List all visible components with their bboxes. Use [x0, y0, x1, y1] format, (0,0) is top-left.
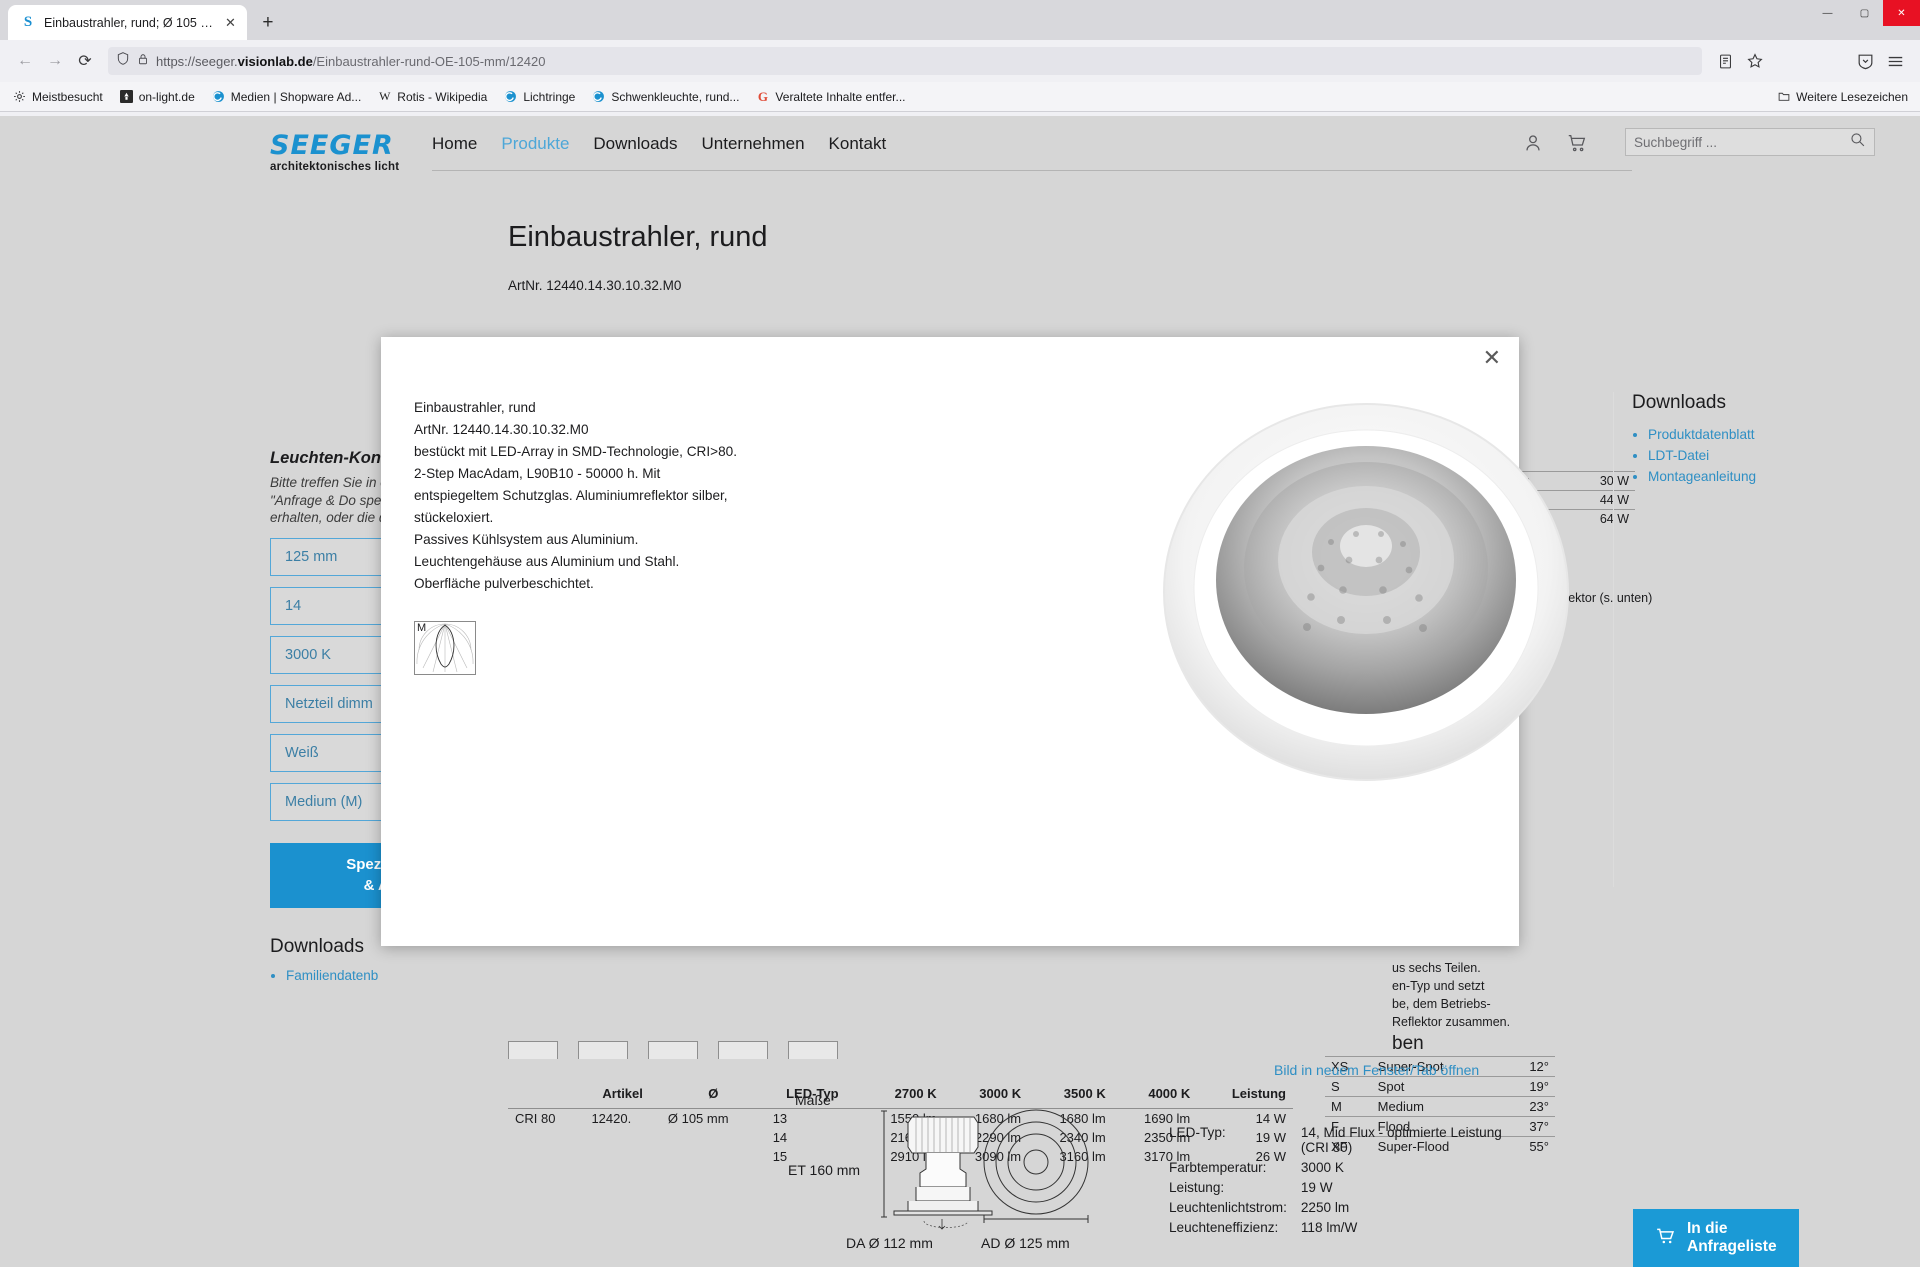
bookmark-medien-shopware[interactable]: Medien | Shopware Ad...: [211, 89, 362, 104]
modal-overlay: ✕ Einbaustrahler, rund ArtNr. 12440.14.3…: [0, 0, 1920, 1267]
spec-row: Leuchtenlichtstrom: 2250 lm: [1169, 1198, 1517, 1216]
bookmark-on-light[interactable]: on-light.de: [119, 89, 195, 104]
tab-title: Einbaustrahler, rund; Ø 105 mm: [44, 15, 214, 30]
spec-value: 2250 lm: [1300, 1199, 1350, 1215]
hamburger-menu-icon[interactable]: [1880, 46, 1910, 76]
spec-value: 118 lm/W: [1300, 1219, 1358, 1235]
bookmark-label: Medien | Shopware Ad...: [230, 89, 362, 104]
add-to-inquiry-button[interactable]: In die Anfrageliste: [1633, 1209, 1799, 1267]
spec-row: Leuchteneffizienz: 118 lm/W: [1169, 1218, 1517, 1236]
browser-tab[interactable]: S Einbaustrahler, rund; Ø 105 mm ✕: [8, 5, 247, 40]
bookmark-label: Lichtringe: [523, 89, 576, 104]
gear-icon: [12, 89, 27, 104]
reader-view-icon[interactable]: [1710, 46, 1740, 76]
bookmark-rotis-wikipedia[interactable]: W Rotis - Wikipedia: [377, 89, 487, 104]
window-minimize-button[interactable]: —: [1809, 0, 1846, 26]
window-close-button[interactable]: ✕: [1883, 0, 1920, 26]
top-view-drawing: [983, 1109, 1089, 1223]
et-dimension-label: ET 160 mm: [788, 1162, 861, 1178]
circle-icon: [591, 89, 606, 104]
bookmark-label: on-light.de: [138, 89, 195, 104]
wikipedia-icon: W: [379, 89, 391, 103]
spec-key: Leistung:: [1169, 1179, 1225, 1195]
bookmark-label: Veraltete Inhalte entfer...: [775, 89, 906, 104]
spec-key: Leuchtenlichtstrom:: [1169, 1199, 1287, 1215]
spec-value: 14, Mid Flux - optimierte Leistung (CRI …: [1300, 1124, 1502, 1155]
bookmark-star-icon[interactable]: [1740, 46, 1770, 76]
modal-downloads-panel: Downloads Produktdatenblatt LDT-Datei Mo…: [1613, 392, 1883, 887]
back-icon[interactable]: ←: [10, 46, 40, 76]
url-scheme: https://seeger.: [156, 53, 238, 69]
download-produktdatenblatt[interactable]: Produktdatenblatt: [1648, 424, 1883, 445]
folder-icon: [1776, 89, 1791, 104]
dimension-caption-ad: AD Ø 125 mm: [981, 1235, 1070, 1251]
spec-row: LED-Typ: 14, Mid Flux - optimierte Leistu…: [1169, 1123, 1517, 1156]
tab-strip: S Einbaustrahler, rund; Ø 105 mm ✕ +: [8, 4, 283, 40]
product-description: Einbaustrahler, rund ArtNr. 12440.14.30.…: [414, 400, 737, 592]
circle-icon: [503, 89, 518, 104]
close-icon[interactable]: ✕: [1483, 347, 1501, 369]
spec-key: Farbtemperatur:: [1169, 1159, 1267, 1175]
dimensions-heading: Maße: [795, 1092, 831, 1108]
favicon-icon: S: [23, 14, 33, 30]
address-bar[interactable]: https://seeger.visionlab.de/Einbaustrahl…: [108, 47, 1702, 75]
bookmark-label: Meistbesucht: [32, 89, 103, 104]
url-path: /Einbaustrahler-rund-OE-105-mm/12420: [312, 53, 546, 69]
download-montageanleitung[interactable]: Montageanleitung: [1648, 466, 1883, 487]
downloads-icon[interactable]: [1850, 46, 1880, 76]
product-spec-table: LED-Typ: 14, Mid Flux - optimierte Leistu…: [1167, 1121, 1519, 1238]
light-distribution-diagram: M: [414, 621, 476, 676]
bookmark-lichtringe[interactable]: Lichtringe: [503, 89, 575, 104]
browser-titlebar: S Einbaustrahler, rund; Ø 105 mm ✕ + — ▢…: [0, 0, 1920, 40]
spec-key: Leuchteneffizienz:: [1169, 1219, 1279, 1235]
window-controls: — ▢ ✕: [1809, 0, 1920, 26]
spec-row: Leistung: 19 W: [1169, 1178, 1517, 1196]
modal-downloads-list: Produktdatenblatt LDT-Datei Montageanlei…: [1648, 424, 1883, 487]
product-photo[interactable]: [1131, 392, 1601, 792]
spec-key: LED-Typ:: [1169, 1124, 1226, 1140]
lock-icon[interactable]: [137, 52, 149, 71]
bookmark-meistbesucht[interactable]: Meistbesucht: [12, 89, 103, 104]
window-maximize-button[interactable]: ▢: [1846, 0, 1883, 26]
dimension-caption-da: DA Ø 112 mm: [846, 1235, 933, 1251]
site-icon: [119, 89, 134, 104]
browser-chrome: S Einbaustrahler, rund; Ø 105 mm ✕ + — ▢…: [0, 0, 1920, 116]
bookmarks-bar: Meistbesucht on-light.de Medien | Shopwa…: [0, 82, 1920, 112]
other-bookmarks-label: Weitere Lesezeichen: [1796, 89, 1908, 104]
download-ldt-datei[interactable]: LDT-Datei: [1648, 445, 1883, 466]
product-spec-table-body: LED-Typ: 14, Mid Flux - optimierte Leistu…: [1169, 1123, 1517, 1236]
modal-left-column: Einbaustrahler, rund ArtNr. 12440.14.30.…: [414, 397, 774, 676]
bookmark-label: Rotis - Wikipedia: [397, 89, 488, 104]
bookmark-veraltete-inhalte[interactable]: G Veraltete Inhalte entfer...: [755, 88, 906, 104]
cart-icon: [1655, 1226, 1676, 1251]
tab-close-icon[interactable]: ✕: [222, 14, 239, 31]
product-detail-modal: ✕ Einbaustrahler, rund ArtNr. 12440.14.3…: [381, 337, 1799, 1267]
other-bookmarks-button[interactable]: Weitere Lesezeichen: [1776, 89, 1908, 104]
bookmark-schwenkleuchte[interactable]: Schwenkleuchte, rund...: [591, 89, 739, 104]
browser-navbar: ← → ⟳ https://seeger.visionlab.de/Einbau…: [0, 40, 1920, 82]
spec-value: 19 W: [1300, 1179, 1333, 1195]
shield-icon[interactable]: [116, 51, 130, 71]
bookmark-label: Schwenkleuchte, rund...: [611, 89, 740, 104]
new-tab-button[interactable]: +: [253, 8, 283, 38]
open-image-link[interactable]: Bild in neuem Fenster/Tab öffnen: [1274, 1062, 1479, 1078]
reload-icon[interactable]: ⟳: [70, 46, 100, 76]
url-text: https://seeger.visionlab.de/Einbaustrahl…: [156, 54, 545, 69]
side-view-drawing: [881, 1110, 993, 1230]
forward-icon[interactable]: →: [40, 46, 70, 76]
spec-row: Farbtemperatur: 3000 K: [1169, 1158, 1517, 1176]
spec-value: 3000 K: [1300, 1159, 1344, 1175]
circle-icon: [211, 89, 226, 104]
add-to-inquiry-label: In die Anfrageliste: [1687, 1220, 1777, 1255]
url-domain: visionlab.de: [237, 53, 313, 69]
modal-downloads-heading: Downloads: [1632, 392, 1726, 413]
google-icon: G: [757, 88, 768, 104]
